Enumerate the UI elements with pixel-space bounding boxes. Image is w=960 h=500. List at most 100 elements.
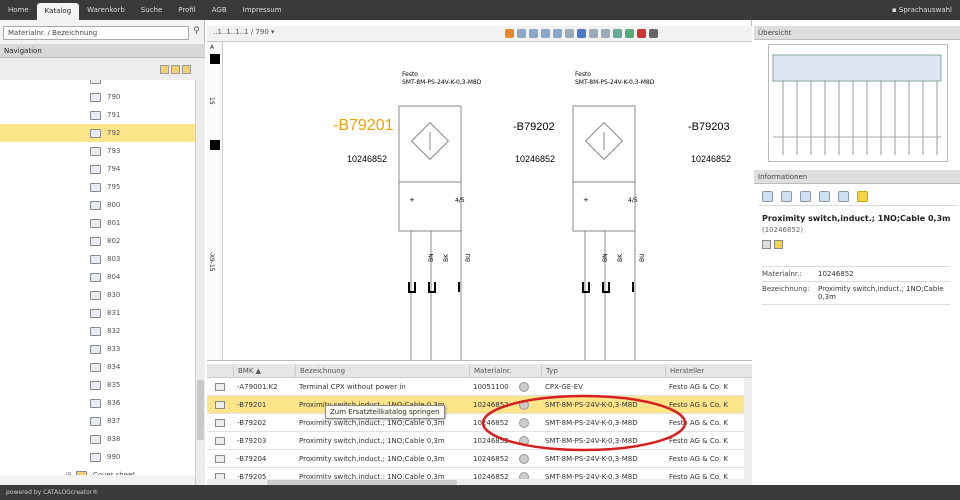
device-box[interactable] [398, 105, 462, 232]
pin-label-bu: BU [639, 253, 646, 262]
tree-item[interactable]: 837 [0, 412, 195, 430]
nav-tab-impressum[interactable]: Impressum [235, 0, 290, 20]
spare-part-link-icon[interactable] [519, 454, 529, 464]
zoom-fit-icon[interactable] [541, 29, 550, 38]
part-icon[interactable] [215, 401, 225, 409]
page-next-icon[interactable] [601, 29, 610, 38]
overview-drawing [772, 54, 942, 155]
zoom-in-icon[interactable] [517, 29, 526, 38]
nav-tab-profil[interactable]: Profil [170, 0, 203, 20]
terminal-symbols [408, 282, 460, 293]
tree-item[interactable]: 800 [0, 196, 195, 214]
part-icon[interactable] [215, 419, 225, 427]
tree-item[interactable]: 990 [0, 448, 195, 466]
tree-item-label: 835 [107, 381, 121, 389]
tree-item-label: 803 [107, 255, 121, 263]
page-icon [90, 362, 101, 372]
tree-item[interactable]: 833 [0, 340, 195, 358]
tree-item[interactable]: 832 [0, 322, 195, 340]
grid-header-materialnr[interactable]: Materialnr. [469, 364, 541, 378]
tree-item[interactable]: 803 [0, 250, 195, 268]
tree-item-cover-sheet[interactable]: ⊞ Cover sheet [0, 466, 195, 475]
tree-item[interactable]: 835 [0, 376, 195, 394]
page-icon [90, 110, 101, 120]
close-icon[interactable] [637, 29, 646, 38]
device-tag[interactable]: -B79203 [688, 121, 730, 133]
folder-open-icon[interactable] [171, 64, 180, 74]
tree-item-label: 794 [107, 165, 121, 173]
tree-item[interactable]: 794 [0, 160, 195, 178]
tree-item[interactable]: 790 [0, 88, 195, 106]
property-row: Materialnr.: 10246852 [762, 267, 950, 282]
tree-item[interactable]: 795 [0, 178, 195, 196]
page-icon [90, 128, 101, 138]
zoom-window-icon[interactable] [553, 29, 562, 38]
tree-scrollbar[interactable] [195, 80, 205, 485]
home-icon[interactable] [505, 29, 514, 38]
search-input[interactable]: Materialnr. / Bezeichnung [3, 26, 189, 40]
nav-tab-katalog[interactable]: Katalog [36, 3, 80, 20]
document-icon[interactable] [819, 191, 830, 202]
part-icon[interactable] [215, 455, 225, 463]
device-tag[interactable]: -B79202 [513, 121, 555, 133]
nav-tab-agb[interactable]: AGB [204, 0, 235, 20]
tree-item[interactable]: 831 [0, 304, 195, 322]
layers-icon[interactable] [613, 29, 622, 38]
folder-icon [75, 470, 87, 475]
folder-icon[interactable] [182, 64, 191, 74]
cell-bmk: -B79203 [237, 437, 267, 445]
expand-icon[interactable]: ⊞ [66, 471, 72, 475]
print-icon[interactable] [649, 29, 658, 38]
tree-item-partial[interactable] [0, 80, 195, 88]
page-path-select[interactable]: ..1..1..1..1 / 790 ▾ [213, 28, 275, 36]
pan-icon[interactable] [565, 29, 574, 38]
tree-item[interactable]: 801 [0, 214, 195, 232]
arrow-icon[interactable] [800, 191, 811, 202]
detail-icon[interactable] [762, 191, 773, 202]
grid-header-bmk[interactable]: BMK ▲ [233, 364, 295, 378]
star-icon[interactable] [857, 191, 868, 202]
grid-icon[interactable] [625, 29, 634, 38]
grid-vertical-scrollbar[interactable] [744, 378, 752, 486]
page-prev-icon[interactable] [589, 29, 598, 38]
zoom-out-icon[interactable] [529, 29, 538, 38]
tree-item[interactable]: 830 [0, 286, 195, 304]
device-tag-highlighted[interactable]: -B79201 [333, 117, 394, 134]
grid-header-bezeichnung[interactable]: Bezeichnung [295, 364, 469, 378]
tree-item-label: 801 [107, 219, 121, 227]
cart-icon[interactable] [838, 191, 849, 202]
collapse-icon[interactable] [160, 64, 169, 74]
tree-item[interactable]: 791 [0, 106, 195, 124]
grid-header-typ[interactable]: Typ [541, 364, 665, 378]
favorite-star-icon[interactable] [774, 240, 783, 249]
link-icon[interactable] [781, 191, 792, 202]
tree-item[interactable]: 792 [0, 124, 195, 142]
overview-thumbnail[interactable] [768, 44, 948, 162]
scrollbar-thumb[interactable] [197, 380, 204, 440]
device-number: 10246852 [515, 154, 555, 164]
navigation-header: Navigation [0, 44, 205, 58]
spare-part-link-icon[interactable] [519, 382, 529, 392]
tree-item[interactable]: 804 [0, 268, 195, 286]
select-icon[interactable] [577, 29, 586, 38]
page-icon [90, 326, 101, 336]
tree-item[interactable]: 802 [0, 232, 195, 250]
tree-item[interactable]: 836 [0, 394, 195, 412]
tree-item[interactable]: 793 [0, 142, 195, 160]
device-type-code: SMT-8M-PS-24V-K-0,3-M8D [402, 79, 482, 86]
nav-tab-warenkorb[interactable]: Warenkorb [79, 0, 133, 20]
schematic-canvas[interactable]: Festo SMT-8M-PS-24V-K-0,3-M8D -B79201 10… [223, 42, 752, 362]
grid-header-hersteller[interactable]: Hersteller [665, 364, 744, 378]
part-icon[interactable] [215, 437, 225, 445]
tree-item[interactable]: 834 [0, 358, 195, 376]
tree-item[interactable]: 838 [0, 430, 195, 448]
search-icon[interactable]: ⚲ [190, 26, 203, 40]
device-box[interactable] [572, 105, 636, 232]
nav-tab-suche[interactable]: Suche [133, 0, 170, 20]
language-selector[interactable]: ▪ Sprachauswahl [892, 0, 952, 20]
annotation-circle [481, 394, 687, 452]
tree-item-label: 834 [107, 363, 121, 371]
part-icon[interactable] [762, 240, 771, 249]
nav-tab-home[interactable]: Home [0, 0, 37, 20]
part-icon[interactable] [215, 383, 225, 391]
